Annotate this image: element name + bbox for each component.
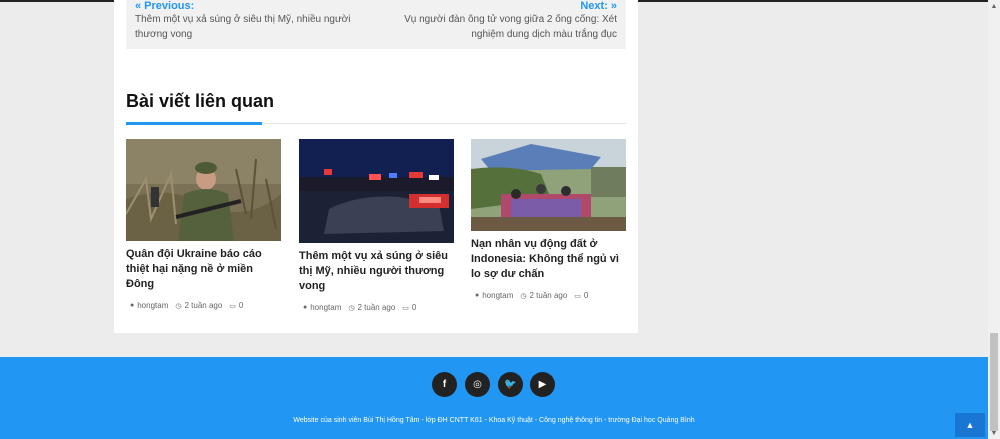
user-icon: ● [303, 304, 308, 311]
author-meta[interactable]: ● hongtam [475, 291, 513, 300]
related-post-card[interactable]: Quân đội Ukraine báo cáo thiệt hại nặng … [126, 139, 281, 310]
author-meta[interactable]: ● hongtam [303, 303, 341, 312]
clock-icon: ◷ [175, 302, 182, 310]
site-footer: f ◎ 🐦 ▶ Website của sinh viên Bùi Thị Hồ… [0, 357, 988, 439]
post-title[interactable]: Nạn nhân vụ động đất ở Indonesia: Không … [471, 237, 626, 282]
next-link[interactable]: Next: » [580, 0, 617, 12]
previous-post-title[interactable]: Thêm một vụ xả súng ở siêu thị Mỹ, nhiều… [135, 12, 375, 42]
post-meta: ● hongtam ◷ 2 tuần ago ▭ 0 [299, 303, 454, 312]
comments-meta[interactable]: ▭ 0 [229, 301, 243, 310]
back-to-top-button[interactable]: ▲ [955, 413, 985, 437]
comment-icon: ▭ [229, 302, 236, 310]
comment-icon: ▭ [402, 304, 409, 312]
post-thumbnail-earthquake-camp[interactable] [471, 139, 626, 231]
comments-meta[interactable]: ▭ 0 [574, 291, 588, 300]
comment-icon: ▭ [574, 292, 581, 300]
post-thumbnail-police-scene[interactable] [299, 139, 454, 243]
twitter-icon[interactable]: 🐦 [498, 372, 523, 397]
related-post-card[interactable]: Thêm một vụ xả súng ở siêu thị Mỹ, nhiều… [299, 139, 454, 312]
post-title[interactable]: Thêm một vụ xả súng ở siêu thị Mỹ, nhiều… [299, 249, 454, 294]
clock-icon: ◷ [520, 292, 527, 300]
post-meta: ● hongtam ◷ 2 tuần ago ▭ 0 [471, 291, 626, 300]
previous-link[interactable]: « Previous: [135, 0, 194, 12]
post-thumbnail-soldier[interactable] [126, 139, 281, 241]
related-posts-heading: Bài viết liên quan [126, 91, 275, 111]
post-meta: ● hongtam ◷ 2 tuần ago ▭ 0 [126, 301, 281, 310]
user-icon: ● [130, 302, 135, 309]
post-title[interactable]: Quân đội Ukraine báo cáo thiệt hại nặng … [126, 247, 281, 292]
youtube-icon[interactable]: ▶ [530, 372, 555, 397]
post-navigation: « Previous: Thêm một vụ xả súng ở siêu t… [126, 0, 626, 49]
scroll-down-arrow-icon[interactable]: ▼ [988, 427, 1000, 439]
heading-accent-bar [126, 122, 262, 125]
clock-icon: ◷ [348, 304, 355, 312]
scrollbar-thumb[interactable] [990, 333, 998, 431]
chevron-up-icon: ▲ [965, 420, 975, 430]
footer-credit-text: Website của sinh viên Bùi Thị Hồng Tâm -… [293, 417, 695, 424]
date-meta: ◷ 2 tuần ago [175, 301, 223, 310]
date-meta: ◷ 2 tuần ago [348, 303, 396, 312]
date-meta: ◷ 2 tuần ago [520, 291, 568, 300]
author-meta[interactable]: ● hongtam [130, 301, 168, 310]
user-icon: ● [475, 292, 480, 299]
instagram-icon[interactable]: ◎ [465, 372, 490, 397]
next-post-title[interactable]: Vụ người đàn ông tử vong giữa 2 ống cống… [377, 12, 617, 42]
related-post-card[interactable]: Nạn nhân vụ động đất ở Indonesia: Không … [471, 139, 626, 300]
scroll-up-arrow-icon[interactable]: ▲ [988, 0, 1000, 12]
comments-meta[interactable]: ▭ 0 [402, 303, 416, 312]
facebook-icon[interactable]: f [432, 372, 457, 397]
